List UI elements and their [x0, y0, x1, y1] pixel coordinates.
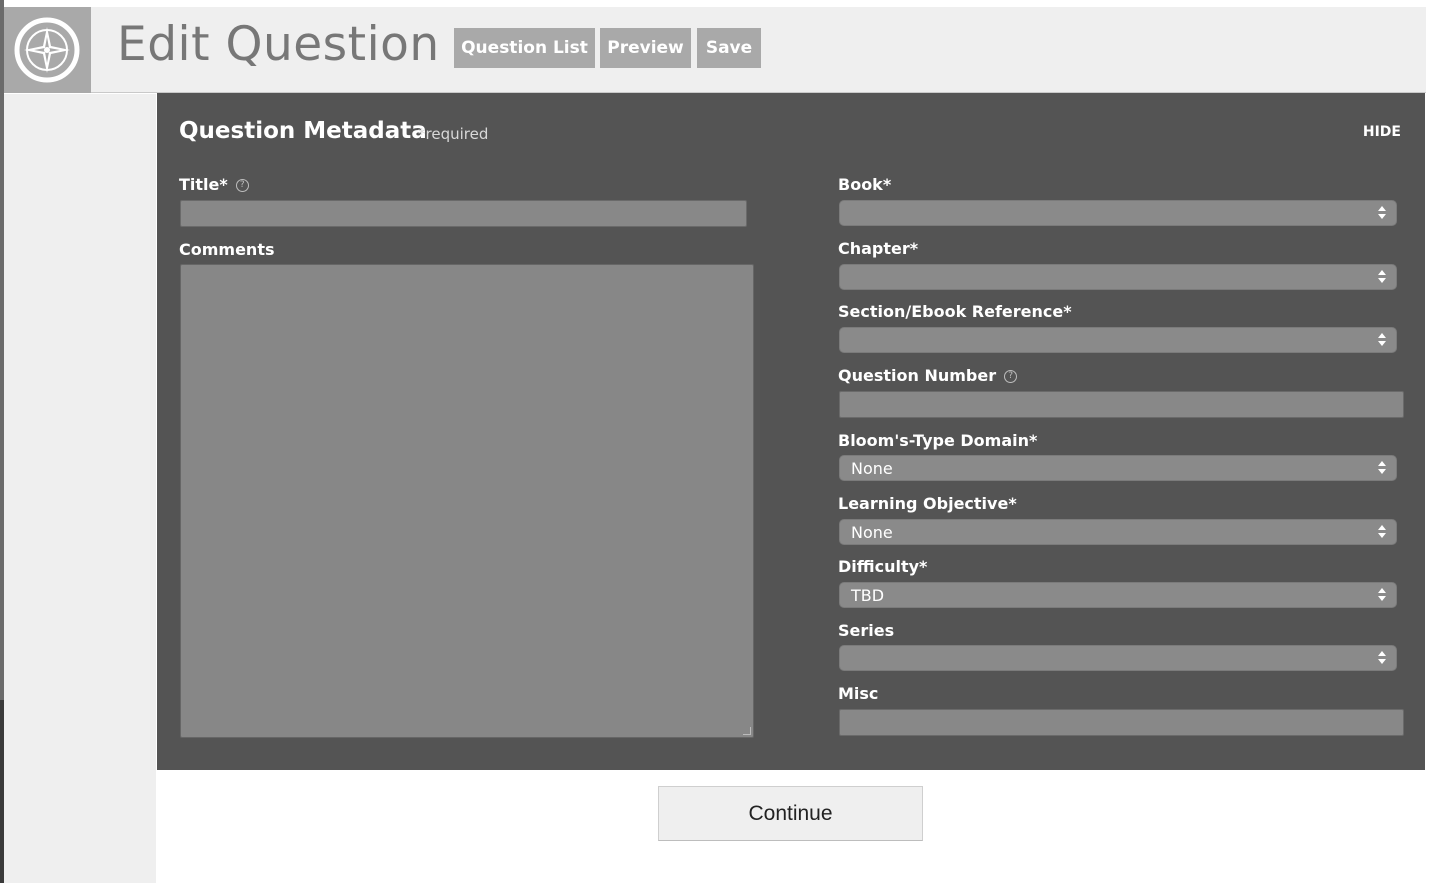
question-number-input[interactable]	[839, 391, 1404, 418]
select-arrows-icon	[1378, 331, 1386, 349]
chapter-label: Chapter*	[838, 239, 919, 258]
preview-button[interactable]: Preview	[600, 28, 691, 68]
select-arrows-icon	[1378, 459, 1386, 477]
help-icon[interactable]: ?	[1004, 370, 1018, 383]
title-label: Title*?	[179, 175, 249, 194]
blooms-domain-label: Bloom's-Type Domain*	[838, 431, 1038, 450]
continue-button[interactable]: Continue	[658, 786, 923, 841]
help-icon[interactable]: ?	[235, 179, 249, 192]
learning-objective-value: None	[851, 523, 893, 542]
misc-label: Misc	[838, 684, 879, 703]
hide-link[interactable]: HIDE	[1363, 124, 1401, 140]
select-arrows-icon	[1378, 204, 1386, 222]
difficulty-value: TBD	[851, 586, 885, 605]
save-button[interactable]: Save	[697, 28, 761, 68]
title-label-text: Title*	[179, 175, 228, 194]
learning-objective-label: Learning Objective*	[838, 494, 1017, 513]
resize-grip-icon[interactable]	[743, 727, 751, 735]
required-note: *required	[418, 125, 489, 143]
question-number-label: Question Number?	[838, 366, 1018, 385]
blooms-domain-value: None	[851, 459, 893, 478]
page-title: Edit Question	[117, 17, 440, 72]
series-label: Series	[838, 621, 895, 640]
book-select[interactable]	[839, 200, 1397, 226]
panel-title: Question Metadata	[179, 118, 427, 144]
select-arrows-icon	[1378, 523, 1386, 541]
comments-label: Comments	[179, 240, 275, 259]
question-metadata-panel: Question Metadata *required HIDE Title*?…	[157, 93, 1425, 770]
question-number-label-text: Question Number	[838, 366, 997, 385]
select-arrows-icon	[1378, 586, 1386, 604]
chapter-select[interactable]	[839, 264, 1397, 290]
difficulty-select[interactable]: TBD	[839, 582, 1397, 608]
title-input[interactable]	[180, 200, 747, 227]
series-select[interactable]	[839, 645, 1397, 671]
compass-icon	[14, 17, 80, 83]
section-select[interactable]	[839, 327, 1397, 353]
select-arrows-icon	[1378, 649, 1386, 667]
misc-input[interactable]	[839, 709, 1404, 736]
page-header: Edit Question Question List Preview Save	[4, 7, 1426, 93]
learning-objective-select[interactable]: None	[839, 519, 1397, 545]
blooms-domain-select[interactable]: None	[839, 455, 1397, 481]
comments-textarea[interactable]	[180, 264, 754, 738]
sidebar	[4, 94, 156, 883]
section-label: Section/Ebook Reference*	[838, 302, 1072, 321]
difficulty-label: Difficulty*	[838, 557, 928, 576]
select-arrows-icon	[1378, 268, 1386, 286]
app-logo[interactable]	[4, 7, 91, 93]
book-label: Book*	[838, 175, 892, 194]
question-list-button[interactable]: Question List	[454, 28, 595, 68]
